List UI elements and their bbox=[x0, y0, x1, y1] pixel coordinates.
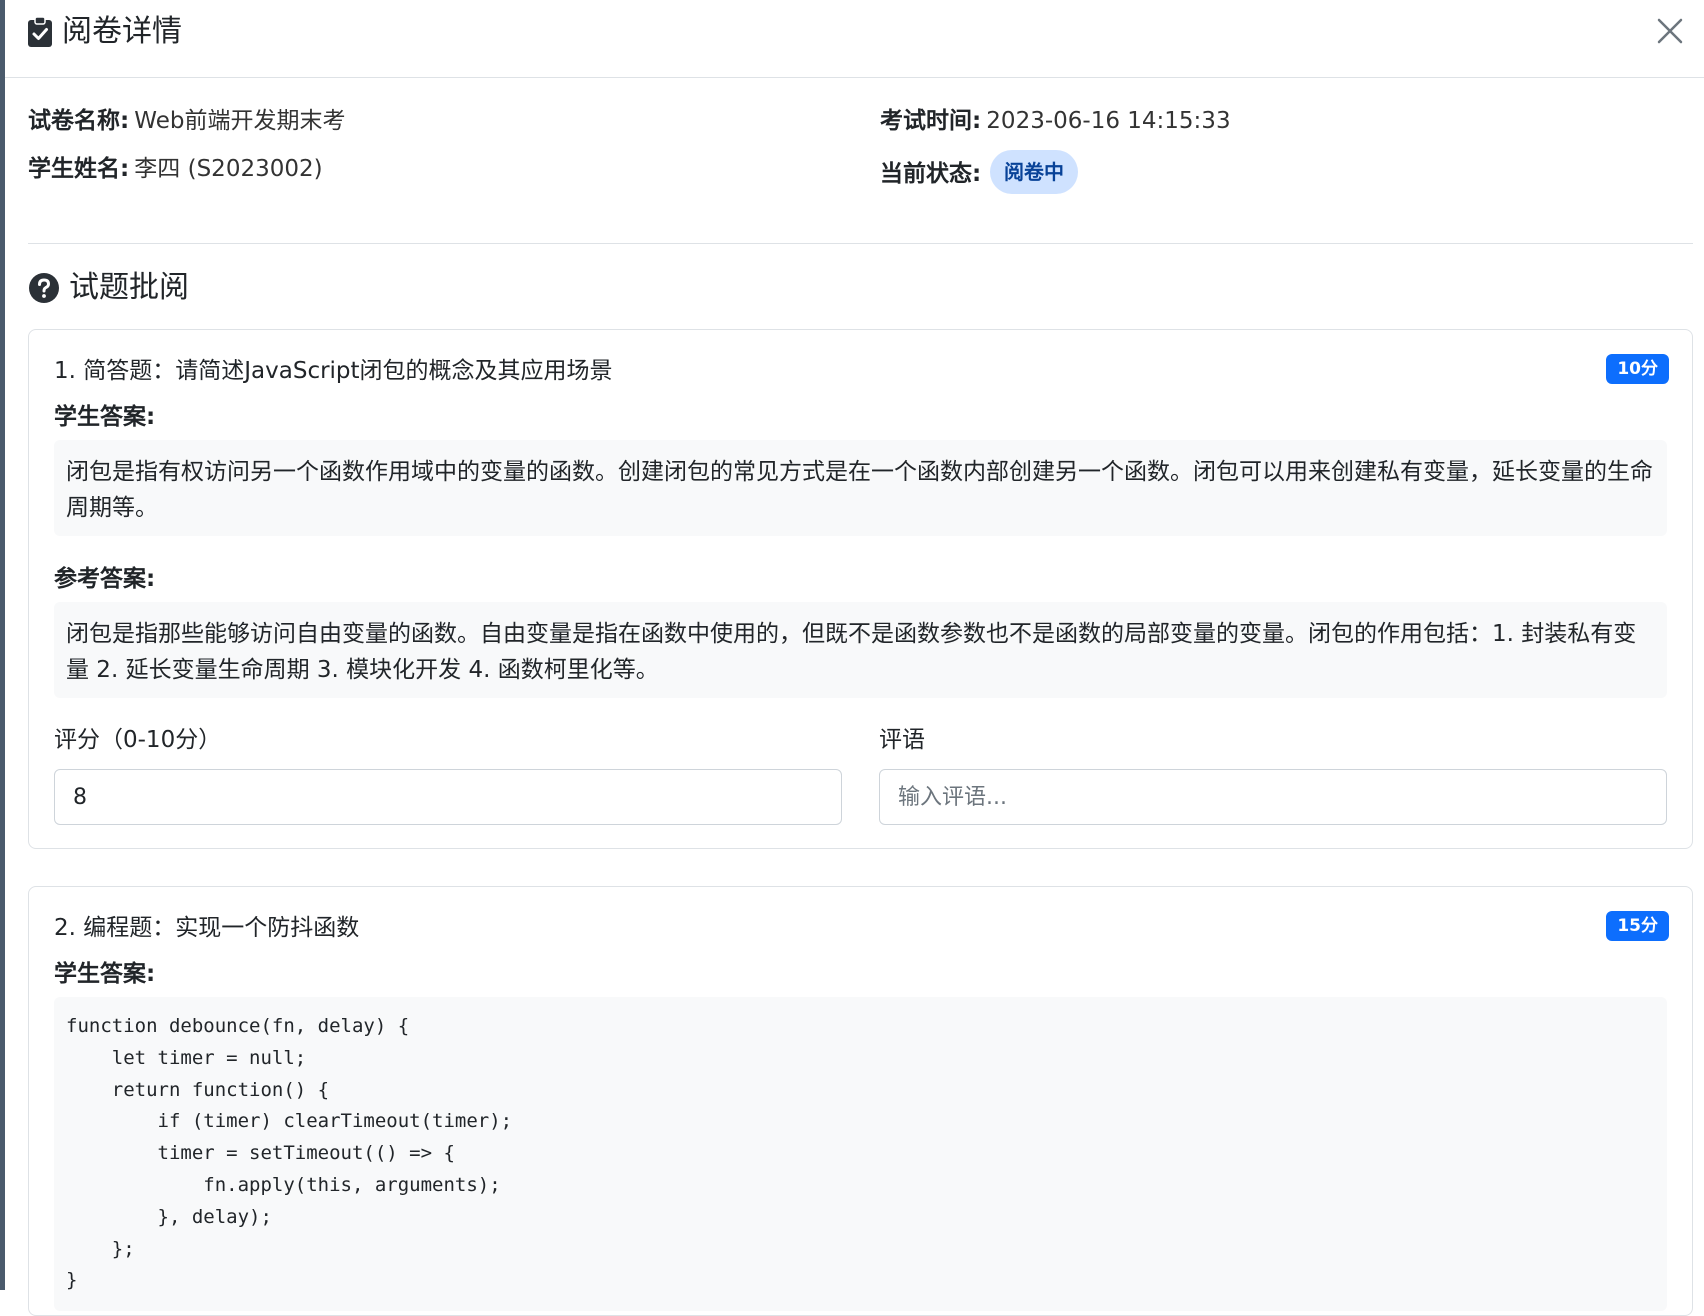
exam-time-value: 2023-06-16 14:15:33 bbox=[986, 108, 1231, 134]
score-input[interactable] bbox=[54, 769, 842, 825]
exam-name-row: 试卷名称: Web前端开发期末考 bbox=[28, 105, 345, 139]
question-circle-icon bbox=[29, 273, 59, 303]
reference-answer-label: 参考答案: bbox=[54, 566, 156, 592]
modal-header: 阅卷详情 bbox=[5, 0, 1704, 78]
exam-name-value: Web前端开发期末考 bbox=[134, 108, 346, 134]
status-label: 当前状态: bbox=[880, 161, 982, 187]
exam-time-label: 考试时间: bbox=[880, 108, 982, 134]
status-row: 当前状态: bbox=[880, 158, 981, 192]
reference-answer: 闭包是指那些能够访问自由变量的函数。自由变量是指在函数中使用的，但既不是函数参数… bbox=[54, 602, 1667, 698]
section-title: 试题批阅 bbox=[69, 270, 189, 305]
student-name-row: 学生姓名: 李四 (S2023002) bbox=[28, 153, 323, 187]
student-name-value: 李四 (S2023002) bbox=[134, 156, 323, 182]
score-badge: 15分 bbox=[1606, 911, 1669, 941]
exam-name-label: 试卷名称: bbox=[28, 108, 130, 134]
exam-time-row: 考试时间: 2023-06-16 14:15:33 bbox=[880, 105, 1231, 139]
comment-field-label: 评语 bbox=[879, 727, 925, 753]
question-title: 1. 简答题：请简述JavaScript闭包的概念及其应用场景 bbox=[54, 358, 613, 384]
close-icon[interactable] bbox=[1653, 14, 1687, 48]
clipboard-check-icon bbox=[28, 16, 52, 47]
student-answer-label: 学生答案: bbox=[54, 404, 156, 430]
divider bbox=[28, 243, 1693, 244]
student-answer: 闭包是指有权访问另一个函数作用域中的变量的函数。创建闭包的常见方式是在一个函数内… bbox=[54, 440, 1667, 536]
student-answer-code: function debounce(fn, delay) { let timer… bbox=[54, 997, 1667, 1312]
score-field-label: 评分（0-10分） bbox=[54, 727, 222, 753]
student-answer-label: 学生答案: bbox=[54, 961, 156, 987]
grading-detail-modal: 阅卷详情 试卷名称: Web前端开发期末考 考试时间: 2023-06-16 1… bbox=[5, 0, 1704, 1316]
question-card: 2. 编程题：实现一个防抖函数 15分 学生答案: function debou… bbox=[28, 886, 1693, 1316]
modal-title: 阅卷详情 bbox=[62, 14, 182, 49]
status-badge: 阅卷中 bbox=[990, 150, 1078, 194]
question-title: 2. 编程题：实现一个防抖函数 bbox=[54, 915, 360, 941]
student-name-label: 学生姓名: bbox=[28, 156, 130, 182]
question-card: 1. 简答题：请简述JavaScript闭包的概念及其应用场景 10分 学生答案… bbox=[28, 329, 1693, 849]
comment-input[interactable] bbox=[879, 769, 1667, 825]
score-badge: 10分 bbox=[1606, 354, 1669, 384]
